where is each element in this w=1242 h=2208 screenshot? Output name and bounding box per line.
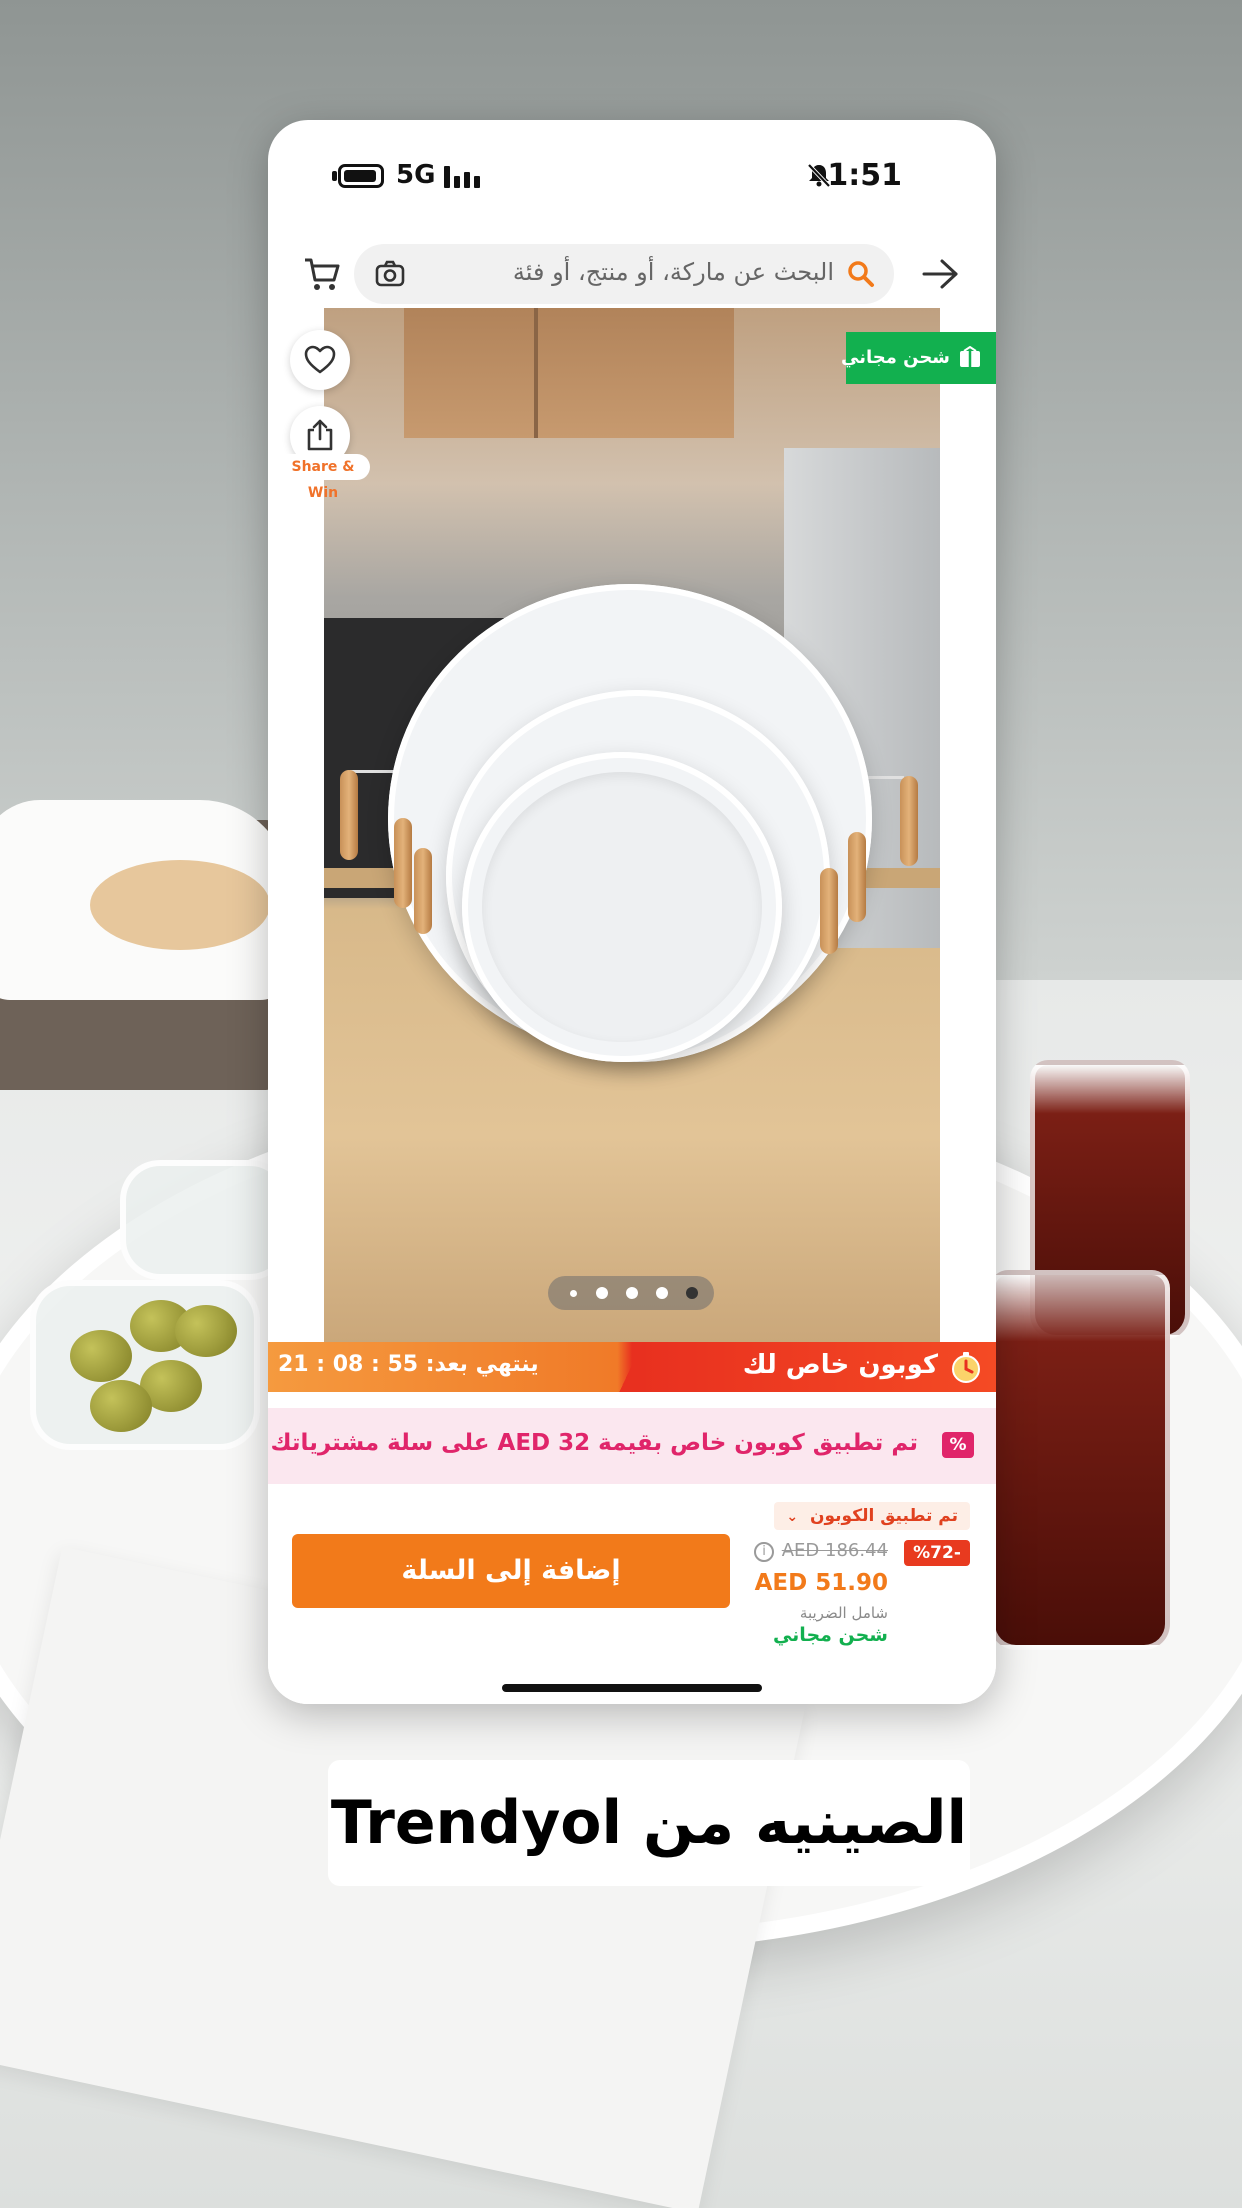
tax-note: شامل الضريبة xyxy=(799,1604,888,1622)
share-and-win-label[interactable]: Share & Win xyxy=(276,454,370,501)
cream-bowl xyxy=(120,1160,290,1280)
search-placeholder: البحث عن ماركة، أو منتج، أو فئة xyxy=(512,258,834,286)
status-bar: 5G 1:51 xyxy=(268,120,996,220)
discount-badge: %72- xyxy=(904,1540,970,1566)
purchase-panel: تم تطبيق الكوبون ⌄ %72- AED 186.44 i AED… xyxy=(268,1484,996,1704)
box-icon xyxy=(960,346,980,367)
coupon-bar-divider xyxy=(616,1342,646,1392)
share-icon xyxy=(307,419,333,451)
video-caption: الصينيه من Trendyol xyxy=(328,1760,970,1886)
coupon-countdown: ينتهي بعد: 21 : 08 : 55 xyxy=(278,1352,539,1377)
favorite-button[interactable] xyxy=(290,330,350,390)
coupon-ends-label: ينتهي بعد: xyxy=(425,1352,539,1377)
signal-icon xyxy=(444,164,484,188)
back-arrow-icon[interactable] xyxy=(920,256,960,292)
free-shipping-badge: شحن مجاني xyxy=(841,332,996,384)
info-icon[interactable]: i xyxy=(754,1542,774,1562)
kitchen-cabinet xyxy=(404,308,734,438)
olive xyxy=(175,1305,237,1357)
coupon-title: كوبون خاص لك xyxy=(742,1350,938,1380)
clock: 1:51 xyxy=(827,158,902,193)
sale-price: AED 51.90 xyxy=(754,1570,888,1596)
coupon-notice-text: تم تطبيق كوبون خاص بقيمة AED 32 على سلة … xyxy=(268,1430,918,1456)
cabinet-seam xyxy=(534,308,538,438)
coupon-icon xyxy=(952,1352,980,1383)
coupon-countdown-value: 21 : 08 : 55 xyxy=(278,1352,419,1377)
coupon-applied-label: تم تطبيق الكوبون xyxy=(809,1506,958,1526)
pagination-dot[interactable] xyxy=(626,1287,638,1299)
search-icon xyxy=(848,261,874,287)
tray-handle xyxy=(820,868,838,954)
small-tray-surface xyxy=(482,772,762,1042)
heart-icon xyxy=(304,345,336,374)
pagination-dot[interactable] xyxy=(596,1287,608,1299)
tea-glass xyxy=(990,1270,1170,1650)
pagination-dot[interactable] xyxy=(570,1290,577,1297)
add-to-cart-button[interactable]: إضافة إلى السلة xyxy=(292,1534,730,1608)
cart-icon[interactable] xyxy=(302,254,342,294)
coupon-notice: تم تطبيق كوبون خاص بقيمة AED 32 على سلة … xyxy=(268,1408,996,1484)
bread xyxy=(90,860,270,950)
phone-screen: 5G 1:51 البحث عن ماركة، أو منتج، أو فئة … xyxy=(268,120,996,1704)
tray-handle xyxy=(340,770,358,860)
pagination-dot[interactable] xyxy=(656,1287,668,1299)
pagination-dot-active[interactable] xyxy=(686,1287,698,1299)
battery-tip xyxy=(332,171,337,181)
product-image[interactable] xyxy=(324,308,940,1344)
tray-handle xyxy=(848,832,866,922)
coupon-applied-dropdown[interactable]: تم تطبيق الكوبون ⌄ xyxy=(774,1502,970,1530)
home-indicator[interactable] xyxy=(502,1684,762,1692)
image-pagination[interactable] xyxy=(548,1276,714,1310)
coupon-timer-bar[interactable]: ينتهي بعد: 21 : 08 : 55 كوبون خاص لك xyxy=(268,1342,996,1392)
battery-icon xyxy=(338,164,384,188)
tray-handle xyxy=(900,776,918,866)
camera-icon[interactable] xyxy=(374,259,406,289)
olive xyxy=(70,1330,132,1382)
tray-handle xyxy=(394,818,412,908)
free-shipping-badge-label: شحن مجاني xyxy=(841,347,950,368)
original-price: AED 186.44 xyxy=(781,1540,888,1561)
olive xyxy=(90,1380,152,1432)
search-input[interactable]: البحث عن ماركة، أو منتج، أو فئة xyxy=(354,244,894,304)
product-gallery[interactable]: Share & Win شحن مجاني xyxy=(268,308,996,1344)
chevron-down-icon: ⌄ xyxy=(786,1509,799,1525)
percent-icon: % xyxy=(942,1432,974,1458)
free-shipping-label: شحن مجاني xyxy=(772,1624,888,1646)
tray-handle xyxy=(414,848,432,934)
network-type: 5G xyxy=(396,160,436,190)
